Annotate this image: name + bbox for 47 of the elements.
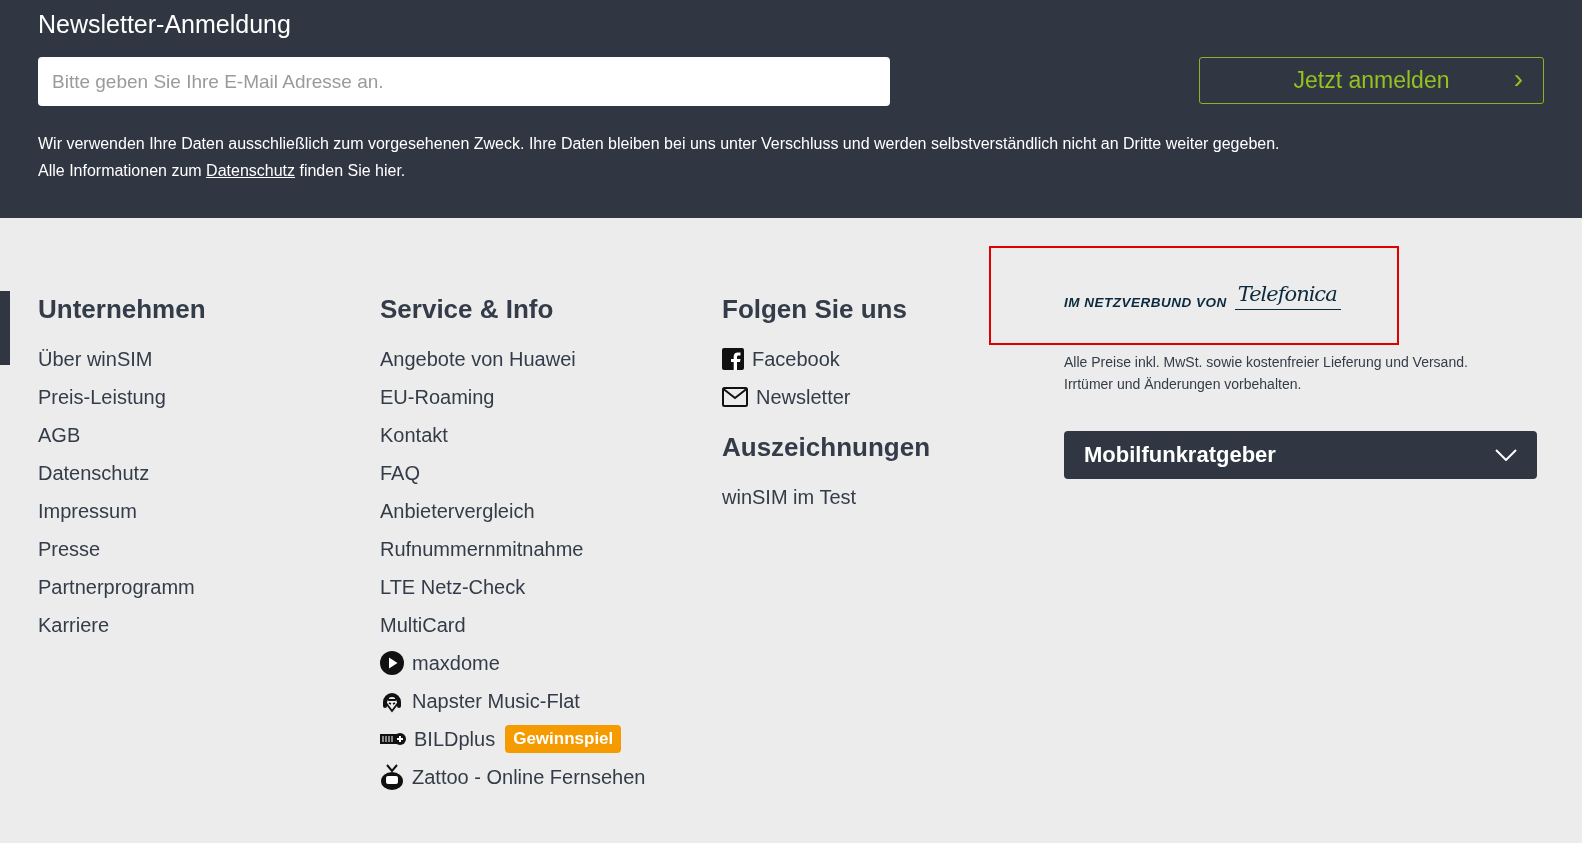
footer-link[interactable]: Partnerprogramm	[38, 568, 195, 606]
facebook-icon	[722, 348, 744, 370]
privacy-text: Alle Informationen zum Datenschutz finden Sie hier.	[38, 161, 407, 181]
footer-link[interactable]: LTE Netz-Check	[380, 568, 526, 606]
column-heading: Folgen Sie uns	[722, 293, 907, 326]
footer-link[interactable]: FAQ	[380, 454, 420, 492]
footer-link[interactable]: maxdome	[380, 644, 500, 682]
chevron-down-icon	[1495, 449, 1517, 461]
section-title: Newsletter-Anmeldung	[38, 9, 291, 40]
subscribe-button[interactable]: Jetzt anmelden ›	[1199, 57, 1544, 104]
footer-link[interactable]: winSIM im Test	[722, 478, 857, 516]
footer-link[interactable]: Presse	[38, 530, 101, 568]
price-note: Alle Preise inkl. MwSt. sowie kostenfreier Lieferung und Versand.	[1064, 353, 1469, 372]
privacy-text: Wir verwenden Ihre Daten ausschließlich zum vorgesehenen Zweck. Ihre Daten bleiben bei uns unter Verschluss und werden selbstverständlich nicht an Dritte weiter gegeben.	[38, 134, 1281, 154]
footer-link[interactable]: Angebote von Huawei	[380, 340, 576, 378]
footer-link[interactable]: Datenschutz	[38, 454, 150, 492]
brand-logo: Telefonica	[1234, 281, 1341, 310]
chevron-right-icon: ›	[1513, 63, 1523, 95]
footer-link[interactable]: Anbietervergleich	[380, 492, 535, 530]
footer-link[interactable]: EU-Roaming	[380, 378, 495, 416]
footer-link[interactable]: Über winSIM	[38, 340, 153, 378]
side-tab[interactable]	[0, 291, 10, 365]
footer-link[interactable]: Impressum	[38, 492, 137, 530]
footer-link[interactable]: Kontakt	[380, 416, 448, 454]
footer-link[interactable]: Karriere	[38, 606, 110, 644]
envelope-icon	[722, 387, 748, 407]
accordion-header[interactable]: Mobilfunkratgeber	[1064, 431, 1537, 479]
price-note: Irrtümer und Änderungen vorbehalten.	[1064, 375, 1303, 394]
column-heading: Unternehmen	[38, 293, 206, 326]
email-field[interactable]: Bitte geben Sie Ihre E-Mail Adresse an.	[38, 57, 890, 106]
footer-link[interactable]: MultiCard	[380, 606, 466, 644]
promo-badge: Gewinnspiel	[505, 725, 622, 753]
privacy-link[interactable]: Datenschutz	[206, 162, 295, 179]
footer-link[interactable]: Newsletter	[722, 378, 851, 416]
footer-link[interactable]: Zattoo - Online Fernsehen	[380, 758, 646, 796]
tv-icon	[380, 764, 404, 790]
column-heading: Auszeichnungen	[722, 431, 930, 464]
footer-link[interactable]: Preis-Leistung	[38, 378, 166, 416]
play-icon	[380, 651, 404, 675]
ticket-plus-icon	[380, 732, 406, 746]
footer-link[interactable]: AGB	[38, 416, 81, 454]
footer-link[interactable]: Facebook	[722, 340, 840, 378]
footer-link[interactable]: Napster Music-Flat	[380, 682, 580, 720]
network-tagline: IM NETZVERBUND VON	[1064, 294, 1227, 310]
footer-link[interactable]: Rufnummernmitnahme	[380, 530, 584, 568]
column-heading: Service & Info	[380, 293, 554, 326]
footer-link[interactable]: BILDplus	[380, 720, 496, 758]
